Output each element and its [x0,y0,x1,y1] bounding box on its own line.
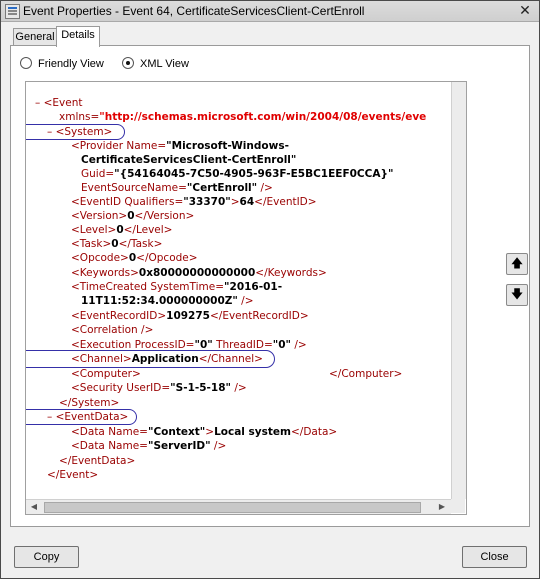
computer-line: <Computer> [71,368,141,380]
level-line: <Level>0</Level> [71,224,173,236]
xmlns-line: xmlns="http://schemas.microsoft.com/win/… [59,111,427,123]
close-button[interactable]: Close [462,546,527,568]
scroll-corner [451,499,465,513]
scroll-right-icon[interactable]: ▶ [435,501,449,513]
collapse-icon[interactable]: – [35,97,40,109]
version-line: <Version>0</Version> [71,210,195,222]
event-properties-icon [5,4,20,19]
friendly-view-label: Friendly View [38,58,104,70]
guid-line: Guid="{54164045-7C50-4905-963F-E5BC1EEF0… [81,168,394,180]
eventid-line: <EventID Qualifiers="33370">64</EventID> [71,196,317,208]
timecreated-line-2: 11T11:52:34.000000000Z" /> [81,295,254,307]
channel-highlight-ellipse [26,350,275,368]
scroll-left-icon[interactable]: ◀ [27,501,41,513]
system-close-line: </System> [59,397,120,409]
data-context-line: <Data Name="Context">Local system</Data> [71,426,338,438]
eventdata-highlight-ellipse [26,409,137,425]
task-line: <Task>0</Task> [71,238,163,250]
close-icon[interactable]: ✕ [517,2,533,18]
provider-line-1: <Provider Name="Microsoft-Windows- [71,140,289,152]
tab-general[interactable]: General [13,28,57,46]
computer-close-tag: </Computer> [329,368,403,380]
tab-details[interactable]: Details [56,26,100,47]
copy-button[interactable]: Copy [14,546,79,568]
xml-view-label: XML View [140,58,189,70]
vertical-scrollbar[interactable] [451,82,466,499]
arrow-up-icon: 🡅 [510,256,524,270]
next-event-button[interactable]: 🡇 [506,284,528,306]
friendly-view-radio[interactable]: Friendly View [20,57,104,71]
event-open-line: – <Event [35,97,83,109]
correlation-line: <Correlation /> [71,324,154,336]
event-close-line: </Event> [47,469,99,481]
event-properties-window: Event Properties - Event 64, Certificate… [0,0,540,579]
xml-content: – <Event xmlns="http://schemas.microsoft… [26,82,451,499]
security-line: <Security UserID="S-1-5-18" /> [71,382,247,394]
recordid-line: <EventRecordID>109275</EventRecordID> [71,310,309,322]
opcode-line: <Opcode>0</Opcode> [71,252,198,264]
scroll-thumb[interactable] [44,502,421,513]
xml-view-box[interactable]: – <Event xmlns="http://schemas.microsoft… [25,81,467,515]
xml-view-radio[interactable]: XML View [122,57,189,71]
title-bar[interactable]: Event Properties - Event 64, Certificate… [1,1,539,22]
provider-line-2: CertificateServicesClient-CertEnroll" [81,154,297,166]
keywords-line: <Keywords>0x80000000000000</Keywords> [71,267,327,279]
arrow-down-icon: 🡇 [510,287,524,301]
eventsource-line: EventSourceName="CertEnroll" /> [81,182,273,194]
system-highlight-ellipse [26,124,125,140]
radio-button-icon [20,57,32,69]
horizontal-scrollbar[interactable]: ◀ ▶ [26,499,451,514]
previous-event-button[interactable]: 🡅 [506,253,528,275]
window-title: Event Properties - Event 64, Certificate… [23,4,365,18]
data-serverid-line: <Data Name="ServerID" /> [71,440,227,452]
radio-button-selected-icon [122,57,134,69]
eventdata-close-line: </EventData> [59,455,136,467]
timecreated-line-1: <TimeCreated SystemTime="2016-01- [71,281,283,293]
